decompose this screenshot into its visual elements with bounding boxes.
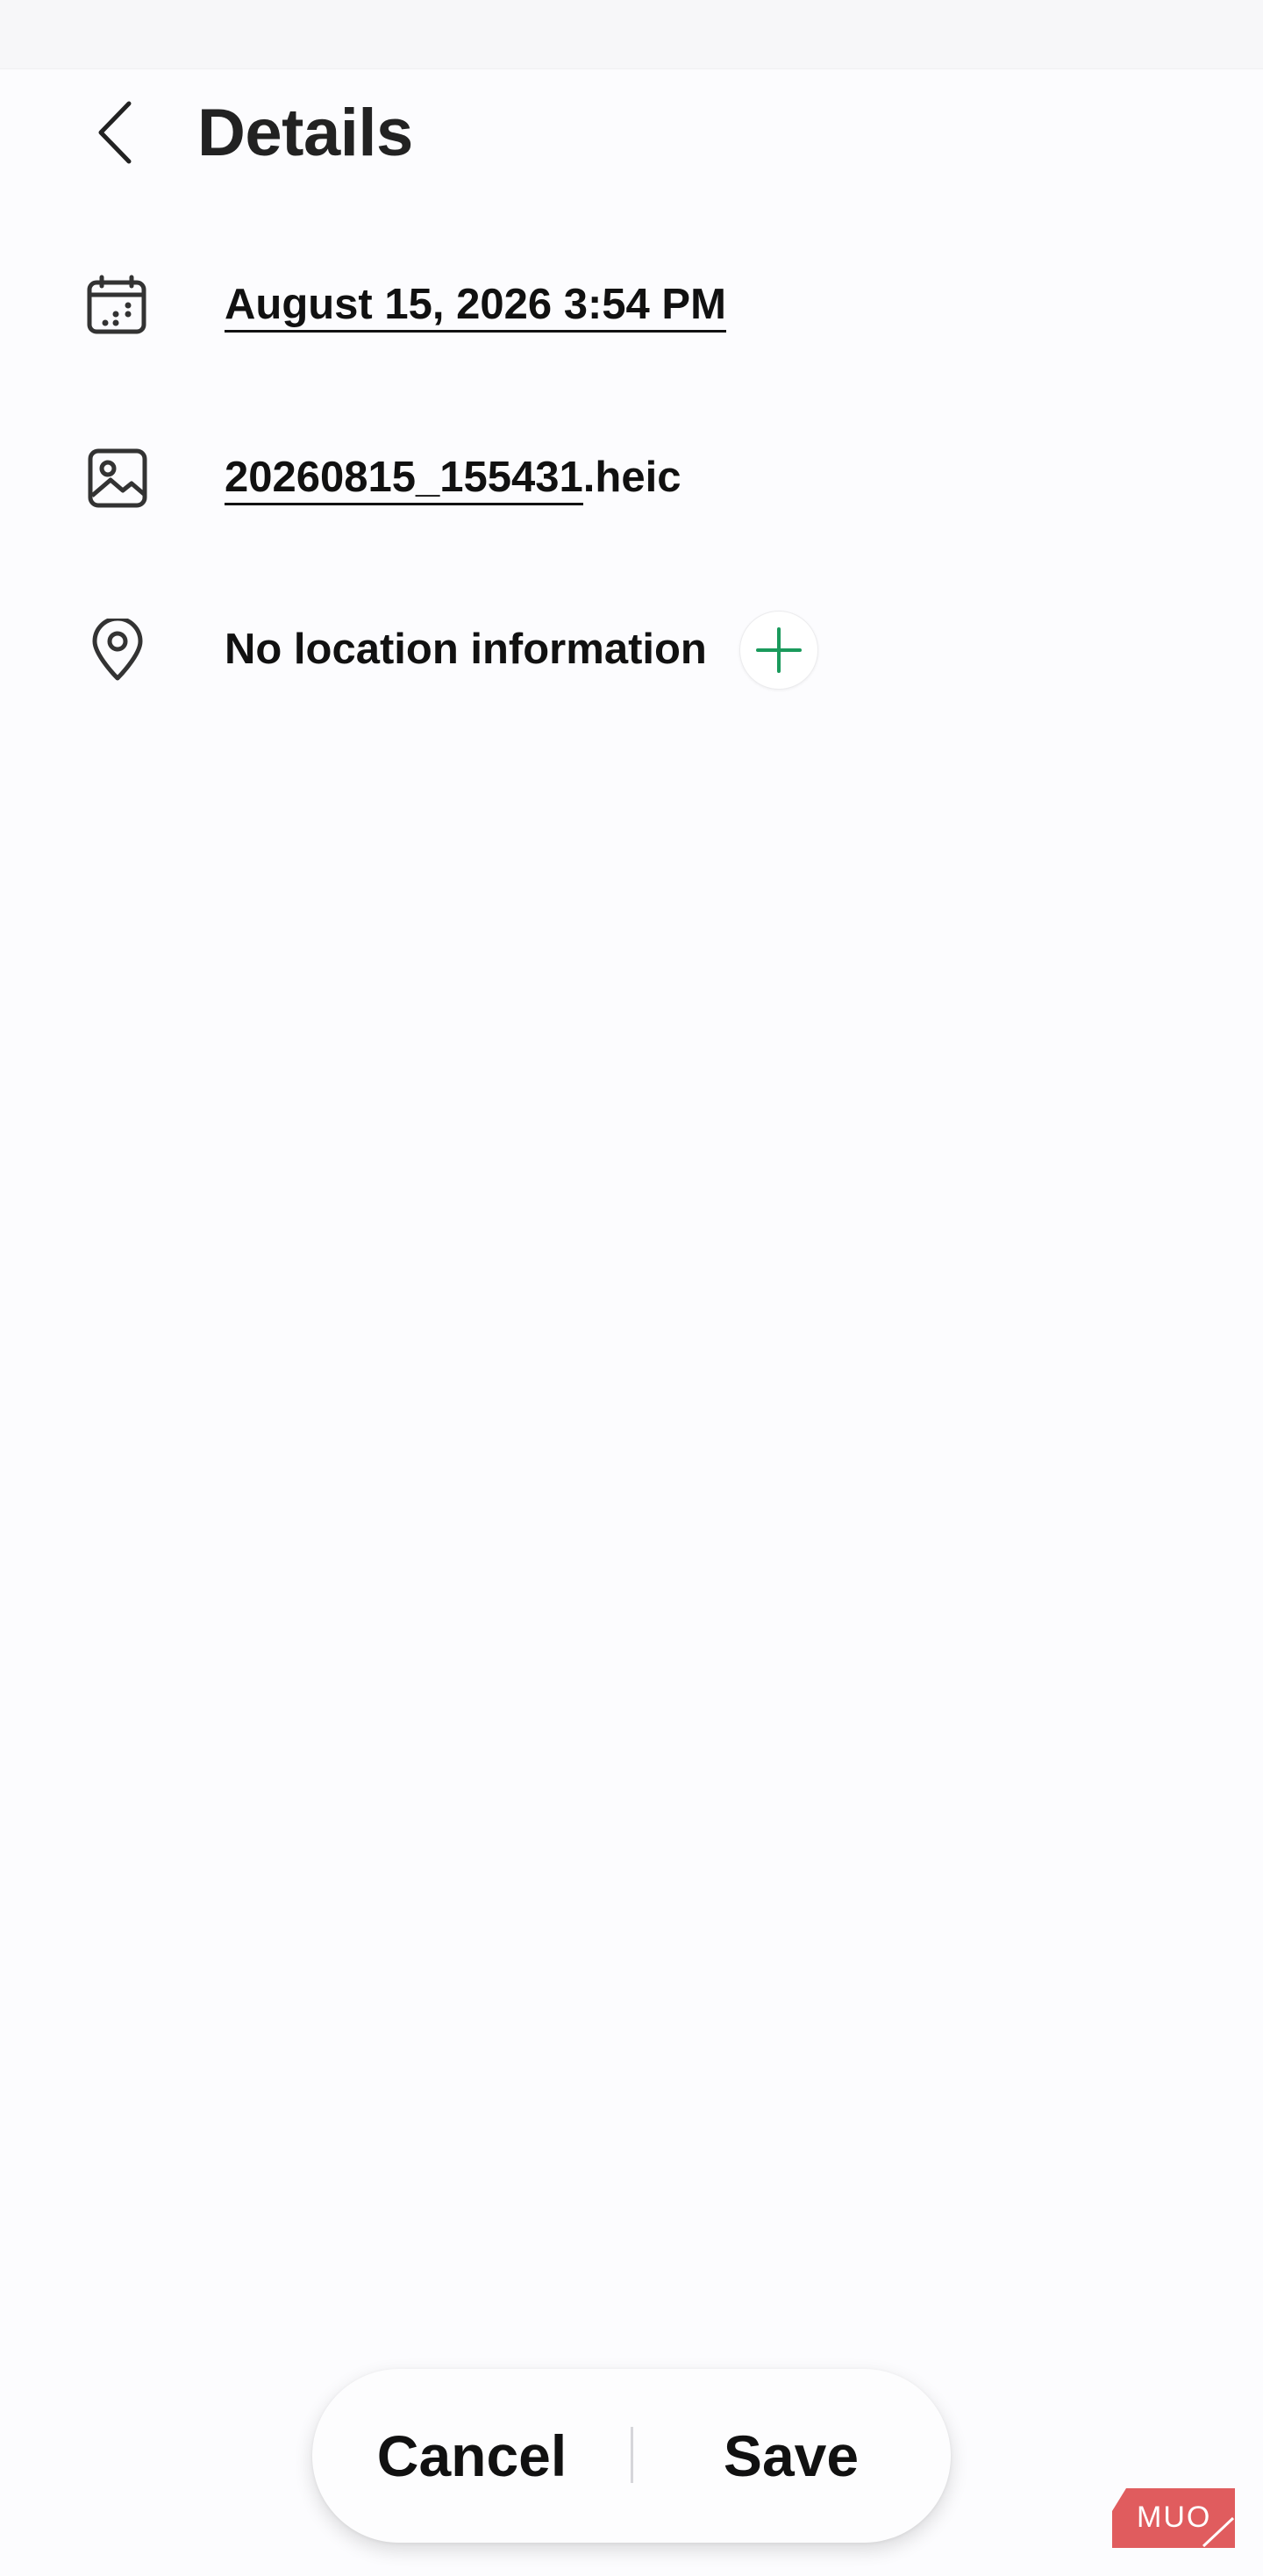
page-title: Details [197, 96, 413, 170]
chevron-left-icon [98, 101, 132, 164]
location-row: No location information [0, 599, 1263, 696]
date-time-field[interactable]: August 15, 2026 3:54 PM [225, 275, 726, 333]
file-name-row[interactable]: 20260815_155431.heic [0, 427, 1263, 524]
date-row[interactable]: August 15, 2026 3:54 PM [0, 254, 1263, 351]
details-screen: Details August 15, 2026 3:54 PM 20260815… [0, 0, 1263, 2576]
back-button[interactable] [79, 93, 149, 172]
svg-text:MUO: MUO [1137, 2501, 1211, 2534]
status-bar [0, 0, 1263, 69]
save-button[interactable]: Save [632, 2369, 951, 2543]
muo-watermark-logo: MUO [1112, 2488, 1235, 2548]
location-value: No location information [225, 626, 707, 673]
file-name-base[interactable]: 20260815_155431 [225, 454, 583, 505]
calendar-icon [87, 275, 146, 334]
file-extension: .heic [582, 454, 681, 501]
location-pin-icon [92, 619, 143, 681]
cancel-button[interactable]: Cancel [312, 2369, 632, 2543]
image-icon [88, 448, 147, 508]
header: Details [0, 81, 1263, 186]
file-name-field[interactable]: 20260815_155431.heic [225, 448, 681, 506]
add-location-button[interactable] [739, 611, 818, 690]
date-time-value[interactable]: August 15, 2026 3:54 PM [225, 281, 726, 333]
plus-icon [756, 627, 802, 673]
bottom-action-bar: Cancel Save [312, 2369, 951, 2543]
